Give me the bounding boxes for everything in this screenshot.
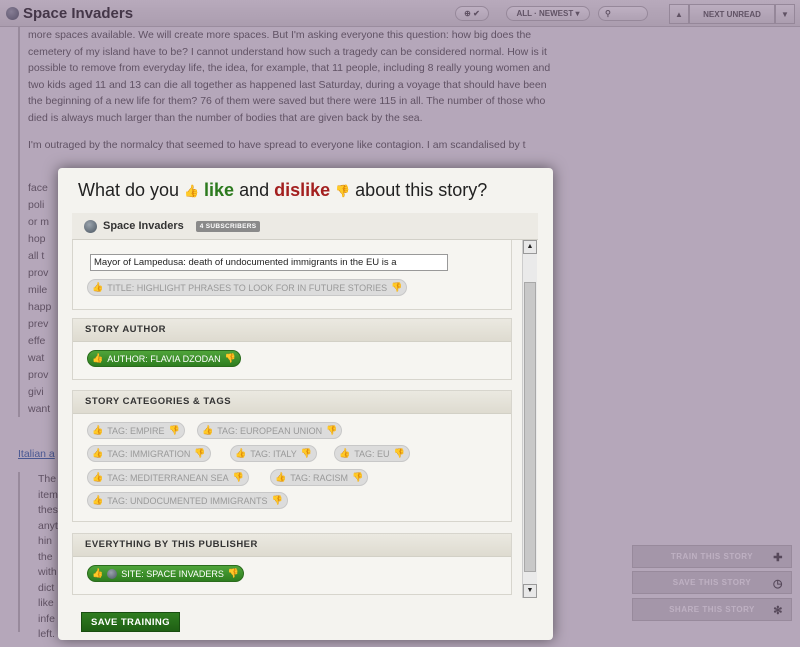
- thumbs-down-icon[interactable]: 👎: [272, 495, 283, 506]
- tag-label: TAG: UNDOCUMENTED IMMIGRANTS: [107, 495, 268, 506]
- thumbs-up-icon[interactable]: 👍: [92, 282, 103, 293]
- author-section: STORY AUTHOR 👍 AUTHOR: FLAVIA DZODAN 👎: [72, 318, 512, 380]
- scroll-down-arrow[interactable]: ▼: [523, 584, 537, 598]
- thumbs-down-icon[interactable]: 👎: [233, 472, 244, 483]
- title-like: like: [204, 180, 235, 200]
- thumbs-up-icon[interactable]: 👍: [92, 425, 103, 436]
- author-classifier-chip[interactable]: 👍 AUTHOR: FLAVIA DZODAN 👎: [87, 350, 241, 367]
- tag-chip[interactable]: 👍 TAG: ITALY 👎: [230, 445, 317, 462]
- thumbs-up-icon[interactable]: 👍: [202, 425, 213, 436]
- site-chip-label: SITE: SPACE INVADERS: [121, 568, 224, 579]
- thumbs-up-icon: 👍: [184, 184, 200, 199]
- subscriber-badge: 4 SUBSCRIBERS: [195, 220, 261, 232]
- title-dislike: dislike: [274, 180, 331, 200]
- publisher-section: EVERYTHING BY THIS PUBLISHER 👍 SITE: SPA…: [72, 533, 512, 595]
- thumbs-down-icon[interactable]: 👎: [394, 448, 405, 459]
- thumbs-up-icon[interactable]: 👍: [92, 353, 103, 364]
- title-input[interactable]: Mayor of Lampedusa: death of undocumente…: [90, 254, 448, 271]
- thumbs-down-icon[interactable]: 👎: [326, 425, 337, 436]
- scroll-up-arrow[interactable]: ▲: [523, 240, 537, 254]
- tag-label: TAG: EUROPEAN UNION: [217, 425, 323, 436]
- thumbs-down-icon: 👎: [335, 184, 351, 199]
- thumbs-up-icon[interactable]: 👍: [92, 448, 103, 459]
- tag-chip[interactable]: 👍 TAG: UNDOCUMENTED IMMIGRANTS 👎: [87, 492, 288, 509]
- author-chip-label: AUTHOR: FLAVIA DZODAN: [107, 353, 221, 364]
- thumbs-up-icon[interactable]: 👍: [92, 495, 103, 506]
- tag-label: TAG: RACISM: [290, 472, 349, 483]
- title-chip-label: TITLE: HIGHLIGHT PHRASES TO LOOK FOR IN …: [107, 282, 388, 293]
- thumbs-down-icon[interactable]: 👎: [169, 425, 180, 436]
- site-classifier-chip[interactable]: 👍 SITE: SPACE INVADERS 👎: [87, 565, 245, 582]
- thumbs-up-icon[interactable]: 👍: [339, 448, 350, 459]
- thumbs-up-icon[interactable]: 👍: [235, 448, 246, 459]
- feed-row: Space Invaders 4 SUBSCRIBERS: [72, 213, 538, 240]
- tag-chip[interactable]: 👍 TAG: MEDITERRANEAN SEA 👎: [87, 469, 249, 486]
- tag-chip[interactable]: 👍 TAG: EMPIRE 👎: [87, 422, 185, 439]
- tag-label: TAG: EMPIRE: [107, 425, 165, 436]
- thumbs-down-icon[interactable]: 👎: [352, 472, 363, 483]
- thumbs-down-icon[interactable]: 👎: [194, 448, 205, 459]
- thumbs-down-icon[interactable]: 👎: [225, 353, 236, 364]
- publisher-section-header: EVERYTHING BY THIS PUBLISHER: [73, 534, 511, 557]
- thumbs-down-icon[interactable]: 👎: [228, 568, 239, 579]
- tag-chip[interactable]: 👍 TAG: RACISM 👎: [270, 469, 369, 486]
- thumbs-down-icon[interactable]: 👎: [391, 282, 402, 293]
- author-section-header: STORY AUTHOR: [73, 319, 511, 342]
- tag-label: TAG: IMMIGRATION: [107, 448, 191, 459]
- save-training-button[interactable]: SAVE TRAINING: [81, 612, 180, 632]
- tag-chip[interactable]: 👍 TAG: EUROPEAN UNION 👎: [197, 422, 343, 439]
- training-modal: What do you 👍 like and dislike 👎 about t…: [58, 168, 553, 640]
- title-section: Mayor of Lampedusa: death of undocumente…: [72, 240, 512, 310]
- thumbs-down-icon[interactable]: 👎: [301, 448, 312, 459]
- title-part: What do you: [78, 180, 180, 200]
- tag-chip[interactable]: 👍 TAG: EU 👎: [334, 445, 410, 462]
- tags-section-header: STORY CATEGORIES & TAGS: [73, 391, 511, 414]
- tag-chip[interactable]: 👍 TAG: IMMIGRATION 👎: [87, 445, 211, 462]
- scrollbar[interactable]: ▲ ▼: [522, 240, 537, 598]
- globe-icon: [107, 568, 118, 579]
- scrollbar-thumb[interactable]: [524, 282, 536, 572]
- title-classifier-chip[interactable]: 👍 TITLE: HIGHLIGHT PHRASES TO LOOK FOR I…: [87, 279, 408, 296]
- tag-label: TAG: EU: [354, 448, 390, 459]
- thumbs-up-icon[interactable]: 👍: [275, 472, 286, 483]
- title-part: about this story?: [355, 180, 488, 200]
- globe-icon: [84, 219, 97, 233]
- tag-label: TAG: ITALY: [250, 448, 297, 459]
- classifier-list[interactable]: Mayor of Lampedusa: death of undocumente…: [72, 240, 539, 600]
- tag-label: TAG: MEDITERRANEAN SEA: [107, 472, 229, 483]
- title-part: and: [239, 180, 270, 200]
- tags-section: STORY CATEGORIES & TAGS 👍 TAG: EMPIRE 👎 👍 T…: [72, 390, 512, 522]
- modal-title: What do you 👍 like and dislike 👎 about t…: [78, 180, 487, 201]
- thumbs-up-icon[interactable]: 👍: [92, 568, 103, 579]
- thumbs-up-icon[interactable]: 👍: [92, 472, 103, 483]
- feed-name: Space Invaders: [103, 220, 184, 232]
